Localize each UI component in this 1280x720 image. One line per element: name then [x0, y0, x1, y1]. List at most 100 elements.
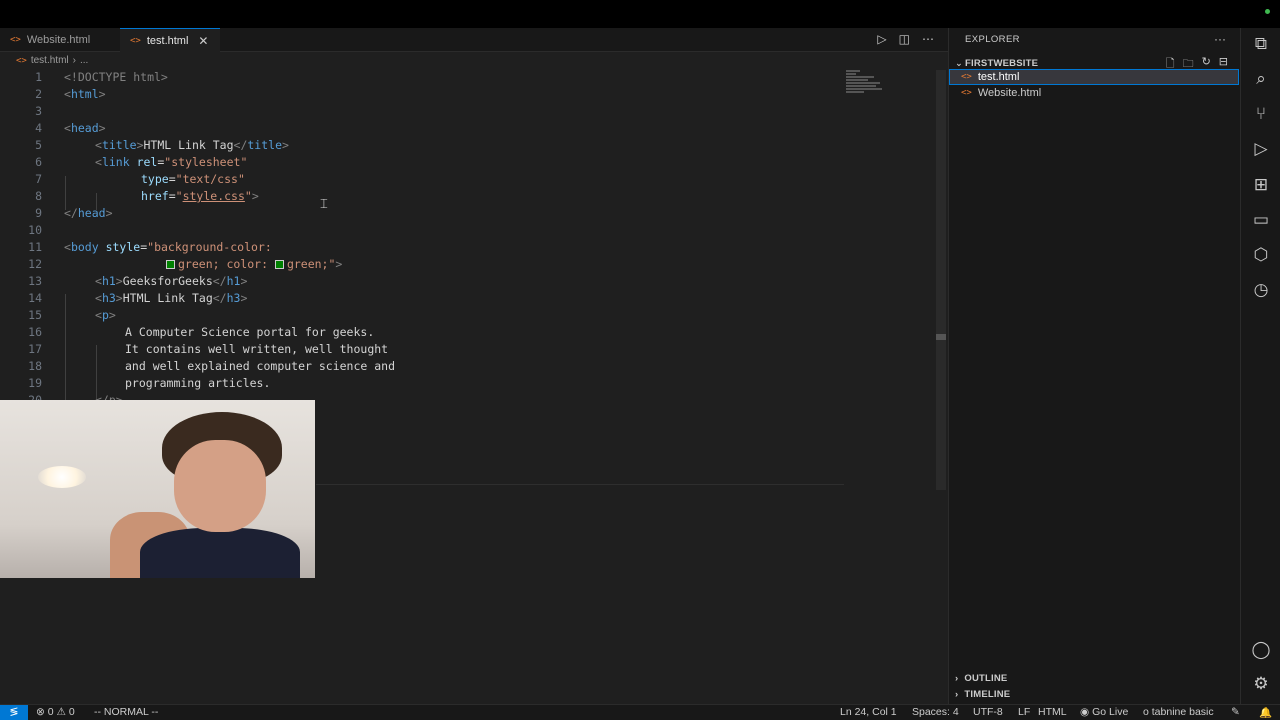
tag-token: head [70, 121, 99, 135]
broadcast-icon: ◉ [1080, 706, 1090, 718]
code-line: programming articles. [125, 376, 271, 390]
editor-actions: ▷ ◫ ⋯ [877, 32, 934, 46]
remote-icon[interactable]: ≶ [0, 705, 28, 720]
tag-token: title [101, 138, 137, 152]
feedback-icon[interactable]: ✎ [1231, 706, 1240, 718]
explorer-icon[interactable]: ⧉ [1241, 34, 1280, 54]
code-line: href="style.css"> [141, 189, 259, 203]
text-cursor-icon: ⌶ [320, 196, 328, 211]
tab-website-html[interactable]: <> Website.html [0, 28, 118, 52]
code-line: It contains well written, well thought [125, 342, 389, 356]
cube-icon[interactable]: ⬡ [1241, 245, 1280, 265]
attr-token: style [105, 240, 141, 254]
code-line: <p> [95, 308, 116, 322]
person-face [174, 440, 266, 532]
status-bar: ≶ ⊗ 0 ⚠ 0 -- NORMAL -- Ln 24, Col 1 Spac… [0, 704, 1280, 720]
code-line: <h3>HTML Link Tag</h3> [95, 291, 248, 305]
gear-icon[interactable]: ⚙ [1241, 674, 1280, 694]
line-number: 7 [35, 172, 42, 186]
tag-token: link [101, 155, 130, 169]
search-icon[interactable]: ⌕ [1241, 69, 1280, 89]
explorer-title: EXPLORER [965, 34, 1020, 45]
split-editor-icon[interactable]: ◫ [899, 32, 910, 46]
string-token: "text/css" [175, 172, 245, 186]
tag-token: title [247, 138, 282, 152]
close-icon[interactable]: ✕ [198, 34, 208, 48]
line-number: 2 [35, 87, 42, 101]
string-token: "background-color: [147, 240, 272, 254]
extensions-icon[interactable]: ⊞ [1241, 175, 1280, 195]
remote-explorer-icon[interactable]: ▭ [1241, 210, 1280, 230]
editor-scrollbar[interactable] [936, 70, 946, 490]
section-label: OUTLINE [964, 673, 1008, 684]
line-number: 17 [28, 342, 42, 356]
color-swatch-icon[interactable] [166, 260, 175, 269]
line-number: 3 [35, 104, 42, 118]
tabnine-status[interactable]: o tabnine basic [1143, 706, 1214, 718]
line-number: 9 [35, 206, 42, 220]
line-number: 10 [28, 223, 42, 237]
code-editor[interactable]: 1 2 3 4 5 6 7 8 9 10 11 12 13 14 15 16 1… [0, 68, 840, 403]
chevron-down-icon: ⌄ [955, 57, 963, 68]
code-line: <body style="background-color: [64, 240, 272, 254]
chevron-right-icon: › [955, 689, 959, 700]
encoding[interactable]: UTF-8 [973, 706, 1003, 718]
code-line: <!DOCTYPE html> [64, 70, 168, 84]
tag-token: head [77, 206, 106, 220]
breadcrumb-separator: › [72, 55, 76, 66]
code-line: <title>HTML Link Tag</title> [95, 138, 289, 152]
code-line: <h1>GeeksforGeeks</h1> [95, 274, 248, 288]
line-number: 19 [28, 376, 42, 390]
html-file-icon: <> [10, 35, 21, 45]
code-line: <head> [64, 121, 106, 135]
file-label: Website.html [977, 87, 1042, 99]
person-shirt [140, 528, 300, 578]
outline-section[interactable]: › OUTLINE [955, 673, 1007, 684]
line-number: 16 [28, 325, 42, 339]
go-live-button[interactable]: ◉ Go Live [1080, 706, 1128, 718]
indentation[interactable]: Spaces: 4 [912, 706, 959, 718]
breadcrumb-more[interactable]: ... [80, 55, 88, 66]
line-number: 11 [28, 240, 42, 254]
error-icon: ⊗ [36, 706, 45, 718]
problems-indicator[interactable]: ⊗ 0 ⚠ 0 [36, 706, 75, 718]
scrollbar-thumb[interactable] [936, 334, 946, 340]
more-actions-icon[interactable]: ··· [1214, 32, 1226, 46]
tab-test-html[interactable]: <> test.html ✕ [120, 28, 220, 52]
run-icon[interactable]: ▷ [877, 32, 886, 46]
tab-bar: <> Website.html <> test.html ✕ ▷ ◫ ⋯ [0, 28, 948, 52]
source-control-icon[interactable]: ⑂ [1241, 104, 1280, 124]
account-icon[interactable]: ◯ [1241, 640, 1280, 660]
line-number: 5 [35, 138, 42, 152]
string-token: "stylesheet" [164, 155, 248, 169]
code-line: A Computer Science portal for geeks. [125, 325, 375, 339]
link-token[interactable]: style.css [183, 189, 245, 203]
cursor-position[interactable]: Ln 24, Col 1 [840, 706, 897, 718]
ceiling-light [38, 466, 86, 488]
line-number: 15 [28, 308, 42, 322]
file-item-website-html[interactable]: <> Website.html [949, 85, 1239, 101]
code-line: <link rel="stylesheet" [95, 155, 248, 169]
language-mode[interactable]: HTML [1038, 706, 1067, 718]
breadcrumb-file[interactable]: test.html [31, 55, 69, 66]
run-debug-icon[interactable]: ▷ [1241, 139, 1280, 159]
timeline-section[interactable]: › TIMELINE [955, 689, 1010, 700]
timeline-icon[interactable]: ◷ [1241, 280, 1280, 300]
line-number: 8 [35, 189, 42, 203]
minimap[interactable] [846, 70, 886, 100]
code-line: type="text/css" [141, 172, 245, 186]
file-item-test-html[interactable]: <> test.html [949, 69, 1239, 85]
line-number: 18 [28, 359, 42, 373]
notifications-icon[interactable]: 🔔 [1259, 706, 1272, 719]
html-file-icon: <> [130, 35, 141, 46]
line-ending[interactable]: LF [1018, 706, 1030, 718]
panel-divider [316, 484, 844, 485]
line-number: 13 [28, 274, 42, 288]
color-swatch-icon[interactable] [274, 260, 284, 269]
attr-token: rel [136, 155, 158, 169]
html-file-icon: <> [961, 72, 972, 82]
warning-icon: ⚠ [56, 706, 66, 718]
more-actions-icon[interactable]: ⋯ [922, 32, 934, 46]
text-token: HTML Link Tag [143, 138, 234, 152]
code-line: <html> [64, 87, 106, 101]
